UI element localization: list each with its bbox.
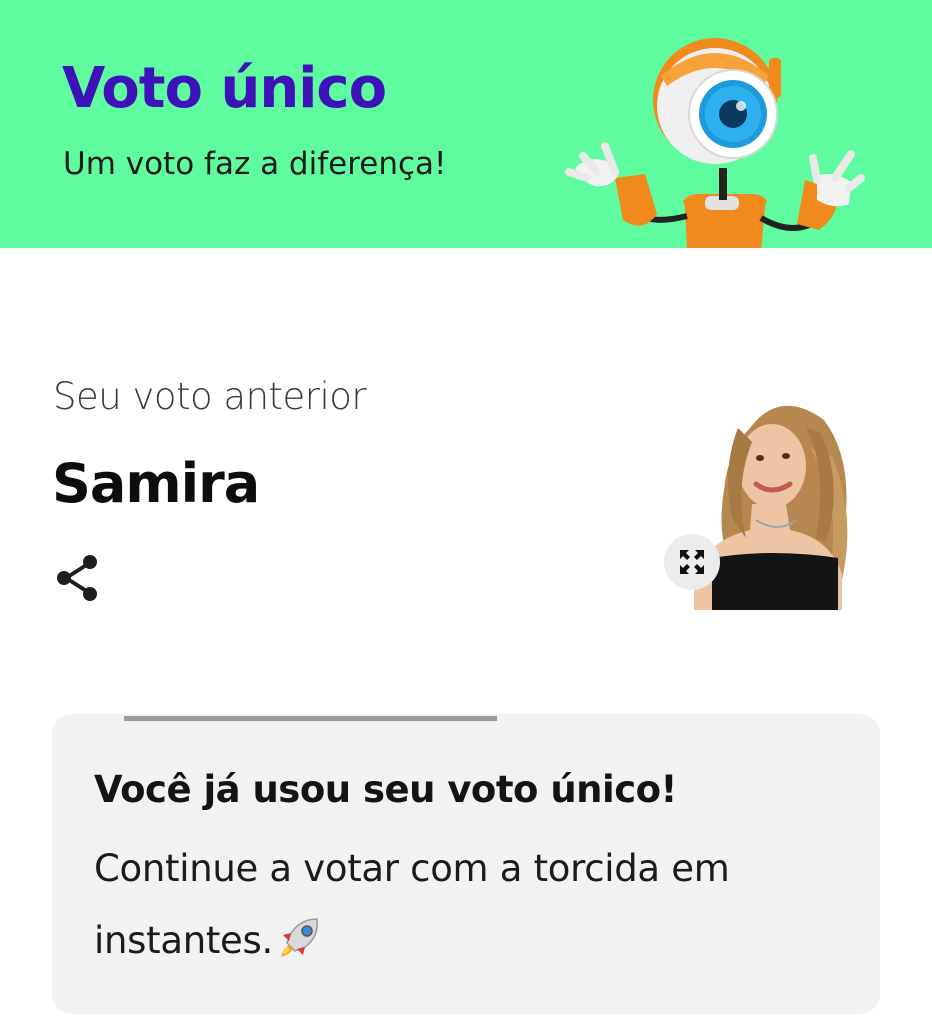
previous-vote-label: Seu voto anterior — [53, 375, 367, 418]
page-subtitle: Um voto faz a diferença! — [63, 146, 447, 182]
eye-robot-mascot-icon — [565, 38, 865, 248]
share-icon — [57, 555, 97, 601]
expand-photo-button[interactable] — [664, 534, 720, 590]
rocket-icon — [279, 911, 323, 983]
notice-title: Você já usou seu voto único! — [94, 768, 677, 811]
participant-photo — [690, 388, 880, 610]
expand-arrows-icon — [680, 550, 704, 574]
page-title: Voto único — [62, 56, 387, 121]
share-button[interactable] — [50, 552, 106, 604]
header-banner: Voto único Um voto faz a diferença! — [0, 0, 932, 248]
candidate-photo[interactable] — [690, 388, 880, 610]
notice-progress-bar — [124, 716, 497, 721]
notice-body: Continue a votar com a torcida em instan… — [94, 833, 834, 983]
notice-body-text: Continue a votar com a torcida em instan… — [94, 847, 730, 962]
candidate-name: Samira — [52, 452, 260, 515]
